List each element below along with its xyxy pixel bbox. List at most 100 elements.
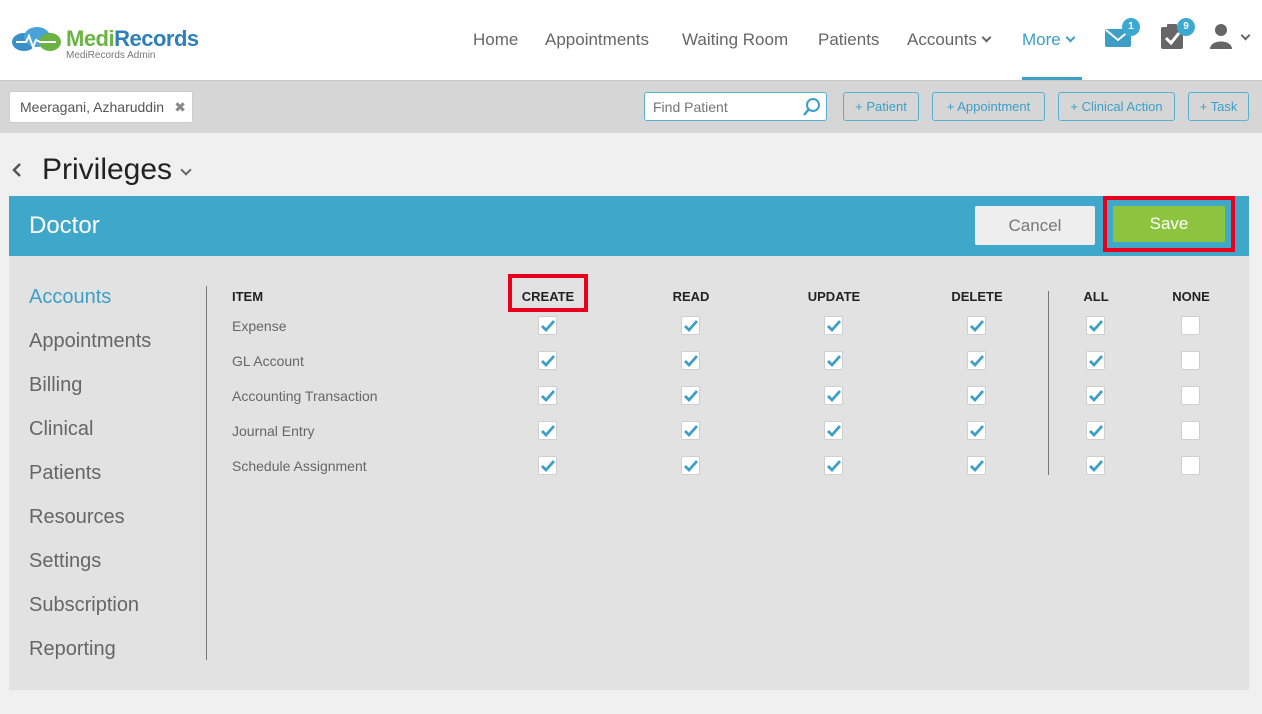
sidebar-item-resources[interactable]: Resources bbox=[29, 506, 125, 529]
table-row-label: Schedule Assignment bbox=[232, 458, 367, 474]
close-icon[interactable]: ✖ bbox=[174, 92, 186, 122]
nav-patients[interactable]: Patients bbox=[818, 0, 879, 80]
selected-patient-chip[interactable]: Meeragani, Azharuddin ✖ bbox=[9, 91, 193, 123]
checkmark-icon bbox=[541, 425, 556, 438]
add-task-button[interactable]: + Task bbox=[1188, 92, 1249, 121]
checkbox-read[interactable] bbox=[681, 421, 700, 440]
sidebar-item-clinical[interactable]: Clinical bbox=[29, 418, 93, 441]
checkbox-none[interactable] bbox=[1181, 316, 1200, 335]
checkmark-icon bbox=[1089, 460, 1104, 473]
nav-more[interactable]: More bbox=[1022, 0, 1082, 80]
checkbox-update[interactable] bbox=[824, 351, 843, 370]
sidebar-item-billing[interactable]: Billing bbox=[29, 374, 82, 397]
back-chevron-icon[interactable] bbox=[10, 162, 24, 178]
checkbox-read[interactable] bbox=[681, 316, 700, 335]
checkbox-create[interactable] bbox=[538, 386, 557, 405]
checkmark-icon bbox=[541, 460, 556, 473]
find-patient-input[interactable] bbox=[645, 93, 795, 120]
checkbox-update[interactable] bbox=[824, 456, 843, 475]
role-panel-header: Doctor Cancel Save bbox=[9, 196, 1249, 256]
checkbox-none[interactable] bbox=[1181, 456, 1200, 475]
checkmark-icon bbox=[970, 390, 985, 403]
checkbox-none[interactable] bbox=[1181, 386, 1200, 405]
checkbox-all[interactable] bbox=[1086, 351, 1105, 370]
logo-subtitle: MediRecords Admin bbox=[66, 50, 156, 61]
checkbox-create[interactable] bbox=[538, 316, 557, 335]
messages-button[interactable]: 1 bbox=[1104, 18, 1140, 52]
checkbox-delete[interactable] bbox=[967, 456, 986, 475]
checkmark-icon bbox=[541, 320, 556, 333]
table-row-label: Journal Entry bbox=[232, 423, 315, 439]
nav-label: Appointments bbox=[545, 30, 649, 49]
checkmark-icon bbox=[684, 460, 699, 473]
column-divider bbox=[1048, 291, 1049, 475]
sidebar-item-settings[interactable]: Settings bbox=[29, 550, 101, 573]
checkmark-icon bbox=[827, 320, 842, 333]
checkbox-all[interactable] bbox=[1086, 456, 1105, 475]
checkbox-none[interactable] bbox=[1181, 421, 1200, 440]
app-logo[interactable]: MediRecords MediRecords Admin bbox=[10, 22, 220, 62]
tasks-button[interactable]: 9 bbox=[1159, 18, 1195, 52]
checkbox-all[interactable] bbox=[1086, 316, 1105, 335]
sidebar-item-patients[interactable]: Patients bbox=[29, 462, 101, 485]
checkmark-icon bbox=[970, 320, 985, 333]
chevron-down-icon bbox=[981, 32, 992, 43]
table-row-label: Expense bbox=[232, 318, 287, 334]
page-title: Privileges bbox=[42, 153, 173, 186]
save-button[interactable]: Save bbox=[1113, 206, 1225, 242]
checkbox-create[interactable] bbox=[538, 351, 557, 370]
table-row-label: GL Account bbox=[232, 353, 304, 369]
checkbox-update[interactable] bbox=[824, 421, 843, 440]
add-appointment-button[interactable]: + Appointment bbox=[932, 92, 1045, 121]
checkbox-delete[interactable] bbox=[967, 386, 986, 405]
checkbox-all[interactable] bbox=[1086, 386, 1105, 405]
user-menu-button[interactable] bbox=[1210, 22, 1252, 52]
nav-accounts[interactable]: Accounts bbox=[907, 0, 992, 80]
nav-home[interactable]: Home bbox=[473, 0, 518, 80]
user-icon bbox=[1210, 24, 1232, 49]
checkbox-read[interactable] bbox=[681, 386, 700, 405]
find-patient-box bbox=[644, 92, 827, 121]
checkmark-icon bbox=[684, 425, 699, 438]
checkmark-icon bbox=[827, 460, 842, 473]
nav-label: More bbox=[1022, 30, 1061, 49]
table-row-label: Accounting Transaction bbox=[232, 388, 378, 404]
column-header-item: ITEM bbox=[232, 289, 264, 304]
checkmark-icon bbox=[1089, 355, 1104, 368]
checkbox-delete[interactable] bbox=[967, 421, 986, 440]
column-header-create: CREATE bbox=[521, 289, 575, 304]
checkmark-icon bbox=[827, 355, 842, 368]
sidebar-item-accounts[interactable]: Accounts bbox=[29, 286, 111, 309]
checkbox-create[interactable] bbox=[538, 456, 557, 475]
sidebar-item-reporting[interactable]: Reporting bbox=[29, 638, 116, 661]
checkbox-none[interactable] bbox=[1181, 351, 1200, 370]
checkmark-icon bbox=[541, 390, 556, 403]
messages-badge: 1 bbox=[1122, 18, 1140, 36]
checkbox-update[interactable] bbox=[824, 316, 843, 335]
checkbox-read[interactable] bbox=[681, 351, 700, 370]
add-clinical-action-button[interactable]: + Clinical Action bbox=[1058, 92, 1175, 121]
sidebar-item-subscription[interactable]: Subscription bbox=[29, 594, 139, 617]
cancel-button[interactable]: Cancel bbox=[975, 206, 1095, 245]
chevron-down-icon bbox=[1240, 30, 1251, 41]
nav-appointments[interactable]: Appointments bbox=[545, 0, 649, 80]
add-patient-button[interactable]: + Patient bbox=[843, 92, 919, 121]
checkbox-read[interactable] bbox=[681, 456, 700, 475]
logo-wordmark: MediRecords bbox=[66, 26, 199, 52]
chevron-down-icon[interactable] bbox=[180, 164, 192, 176]
nav-waiting-room[interactable]: Waiting Room bbox=[682, 0, 788, 80]
checkbox-update[interactable] bbox=[824, 386, 843, 405]
checkbox-create[interactable] bbox=[538, 421, 557, 440]
nav-label: Home bbox=[473, 30, 519, 49]
search-icon[interactable] bbox=[802, 97, 822, 117]
sidebar-item-appointments[interactable]: Appointments bbox=[29, 330, 151, 353]
checkbox-delete[interactable] bbox=[967, 351, 986, 370]
checkmark-icon bbox=[684, 355, 699, 368]
privileges-panel: Accounts Appointments Billing Clinical P… bbox=[9, 256, 1249, 690]
nav-label: Patients bbox=[818, 30, 880, 49]
checkbox-delete[interactable] bbox=[967, 316, 986, 335]
checkbox-all[interactable] bbox=[1086, 421, 1105, 440]
chevron-down-icon bbox=[1065, 32, 1076, 43]
checkmark-icon bbox=[684, 390, 699, 403]
column-header-read: READ bbox=[672, 289, 710, 304]
